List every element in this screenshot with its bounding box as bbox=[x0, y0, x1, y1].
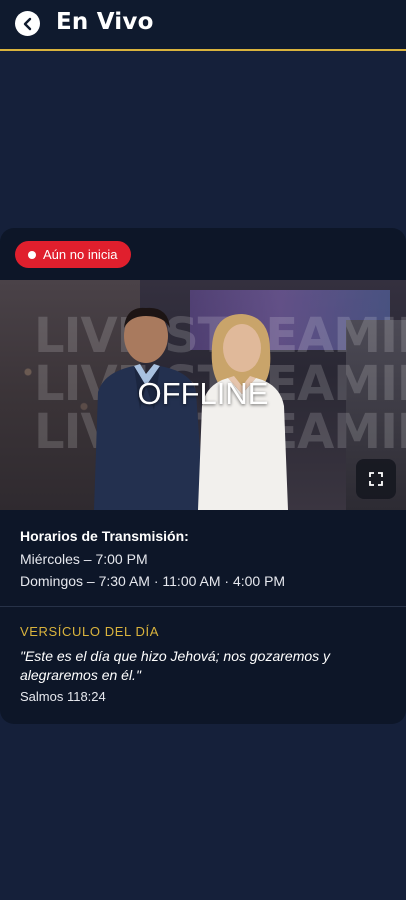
page-title: En Vivo bbox=[56, 9, 154, 35]
chevron-left-icon bbox=[23, 17, 31, 30]
live-stream-card: Aún no inicia LIVE STREAMING LIVE STREAM… bbox=[0, 228, 406, 724]
offline-label: OFFLINE bbox=[137, 376, 269, 411]
back-button[interactable] bbox=[15, 11, 40, 36]
section-divider bbox=[0, 606, 406, 607]
status-dot-icon bbox=[28, 250, 36, 259]
schedule-line: Domingos – 7:30 AM · 11:00 AM · 4:00 PM bbox=[20, 573, 286, 589]
verse-heading: VERSÍCULO DEL DÍA bbox=[20, 624, 160, 639]
schedule-line: Miércoles – 7:00 PM bbox=[20, 551, 148, 567]
verse-text: "Este es el día que hizo Jehová; nos goz… bbox=[20, 648, 331, 683]
status-badge: Aún no inicia bbox=[15, 241, 132, 268]
fullscreen-icon bbox=[369, 472, 383, 486]
fullscreen-button[interactable] bbox=[356, 459, 396, 499]
schedule-title: Horarios de Transmisión: bbox=[20, 528, 189, 544]
video-player[interactable]: LIVE STREAMING LIVE STREAMING LIVE STREA… bbox=[0, 280, 406, 510]
verse-reference: Salmos 118:24 bbox=[20, 689, 106, 704]
status-badge-label: Aún no inicia bbox=[43, 247, 118, 262]
app-header: En Vivo bbox=[0, 0, 406, 51]
